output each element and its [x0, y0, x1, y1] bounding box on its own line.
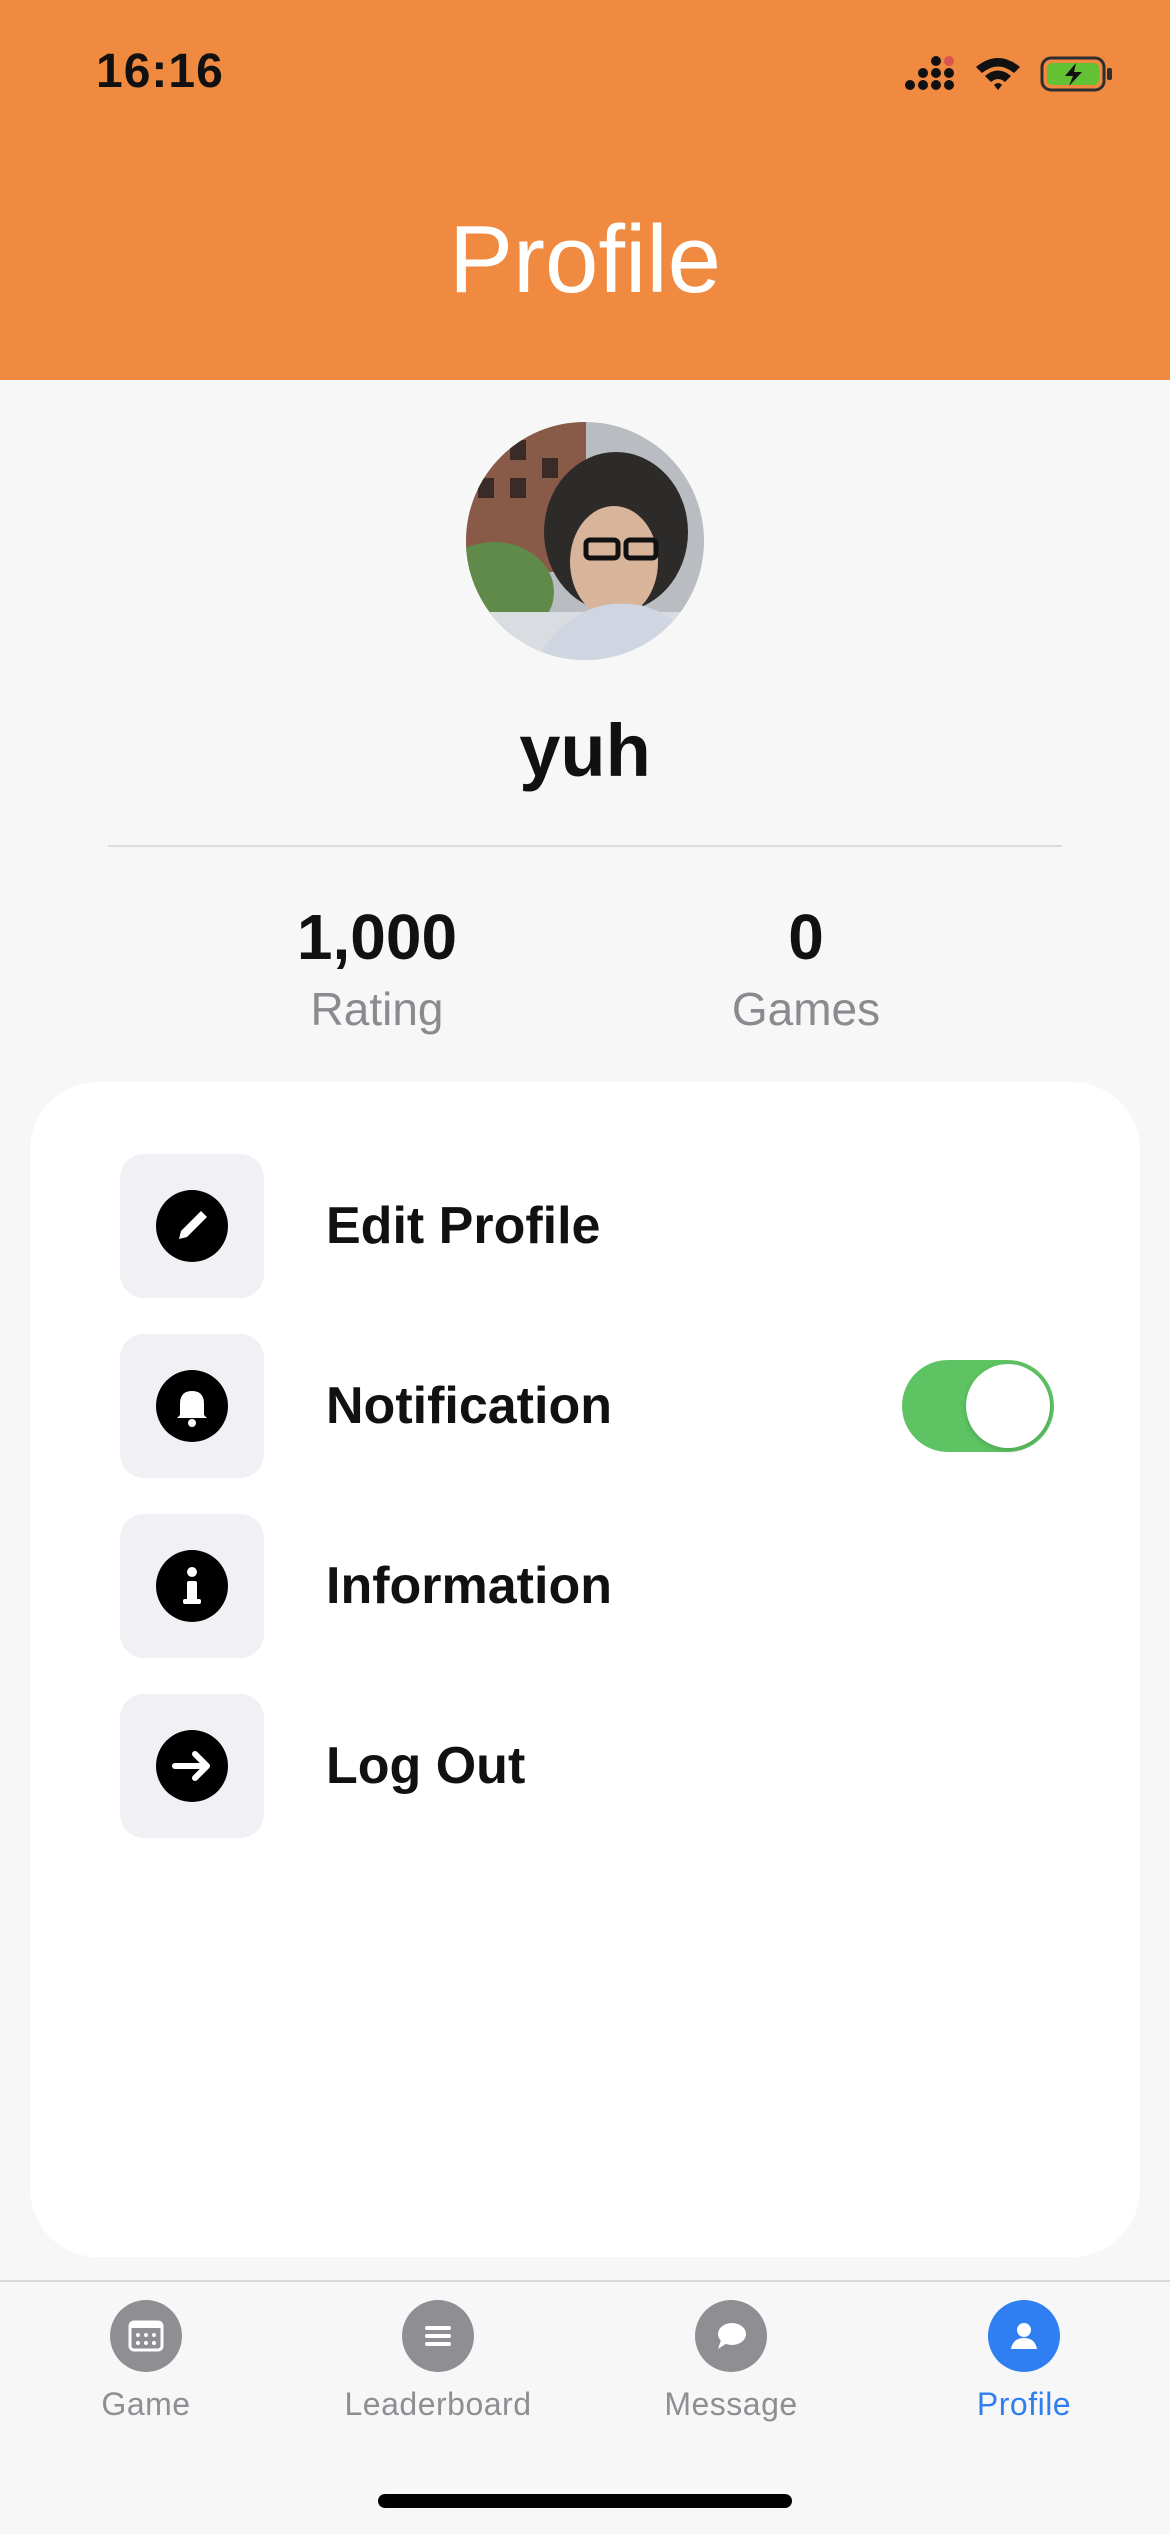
- username: yuh: [519, 709, 651, 792]
- tab-label: Message: [664, 2386, 798, 2422]
- menu-item-label: Information: [326, 1557, 612, 1615]
- menu-item-edit-profile[interactable]: Edit Profile: [120, 1154, 1080, 1298]
- stat-rating: 1,000 Rating: [207, 900, 547, 1036]
- tab-label: Game: [101, 2386, 191, 2422]
- menu-icon-box: [120, 1514, 264, 1658]
- menu-icon-box: [120, 1154, 264, 1298]
- calendar-icon: [128, 2320, 164, 2352]
- stat-value: 1,000: [296, 901, 458, 973]
- cellular-signal-icon: [905, 56, 954, 90]
- menu-item-information[interactable]: Information: [120, 1514, 1080, 1658]
- menu-item-label: Notification: [326, 1377, 612, 1435]
- menu-item-label: Log Out: [326, 1737, 526, 1795]
- wifi-icon: [976, 58, 1020, 90]
- info-icon: [156, 1550, 228, 1622]
- tab-icon-circle: [695, 2300, 767, 2372]
- stat-value: 0: [788, 901, 824, 973]
- bell-icon: [156, 1370, 228, 1442]
- stat-label: Games: [731, 983, 881, 1035]
- tab-icon-circle: [110, 2300, 182, 2372]
- tab-label: Leaderboard: [344, 2386, 532, 2422]
- person-icon: [1011, 2323, 1037, 2349]
- chat-bubble-icon: [718, 2323, 746, 2349]
- tab-message[interactable]: Message: [585, 2300, 877, 2423]
- tab-profile[interactable]: Profile: [878, 2300, 1170, 2423]
- list-icon: [425, 2326, 451, 2346]
- avatar[interactable]: [466, 422, 704, 660]
- pencil-icon: [156, 1190, 228, 1262]
- status-icons: [904, 52, 1114, 96]
- status-time: 16:16: [96, 45, 224, 98]
- menu-icon-box: [120, 1694, 264, 1838]
- tab-leaderboard[interactable]: Leaderboard: [292, 2300, 584, 2423]
- stat-games: 0 Games: [636, 900, 976, 1036]
- tab-label: Profile: [976, 2386, 1072, 2422]
- tab-game[interactable]: Game: [0, 2300, 292, 2423]
- toggle-knob: [966, 1364, 1050, 1448]
- arrow-right-icon: [156, 1730, 228, 1802]
- notification-toggle[interactable]: [902, 1360, 1054, 1452]
- avatar-photo: [466, 422, 704, 660]
- menu-item-log-out[interactable]: Log Out: [120, 1694, 1080, 1838]
- home-indicator: [378, 2494, 792, 2508]
- menu-icon-box: [120, 1334, 264, 1478]
- tab-icon-circle: [402, 2300, 474, 2372]
- stat-label: Rating: [310, 983, 444, 1035]
- menu-item-label: Edit Profile: [326, 1197, 601, 1255]
- tab-icon-circle: [988, 2300, 1060, 2372]
- battery-charging-icon: [1040, 56, 1112, 92]
- page-title: Profile: [448, 206, 722, 313]
- divider: [108, 845, 1062, 847]
